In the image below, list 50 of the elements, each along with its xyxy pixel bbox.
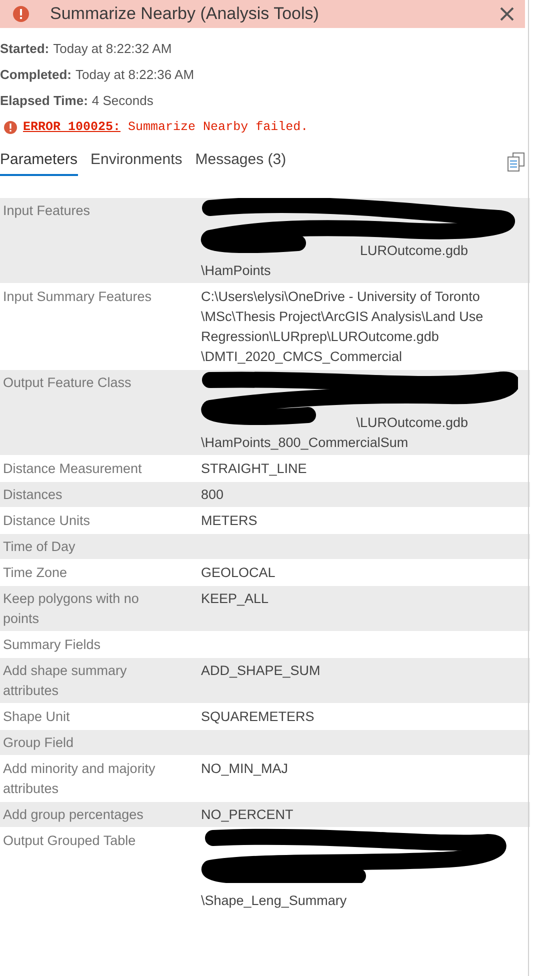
info-label: Elapsed Time: bbox=[0, 92, 88, 110]
info-value: Today at 8:22:36 AM bbox=[76, 66, 194, 84]
error-icon bbox=[4, 120, 17, 134]
parameter-value: ADD_SHAPE_SUM bbox=[201, 662, 320, 680]
parameter-name: Keep polygons with no points bbox=[3, 591, 139, 626]
parameter-name: Shape Unit bbox=[3, 709, 70, 724]
parameter-value: KEEP_ALL bbox=[201, 590, 269, 608]
parameter-value: STRAIGHT_LINE bbox=[201, 460, 307, 478]
error-message: Summarize Nearby failed. bbox=[128, 120, 308, 134]
parameter-name: Summary Fields bbox=[3, 637, 101, 652]
tab[interactable]: Messages (3) bbox=[195, 148, 286, 176]
parameter-name: Input Summary Features bbox=[3, 289, 152, 304]
parameter-value: C:\Users\elysi\OneDrive - University of Toronto bbox=[201, 288, 480, 306]
parameter-name: Output Feature Class bbox=[3, 375, 132, 390]
parameter-value: \DMTI_2020_CMCS_Commercial bbox=[201, 348, 402, 366]
window-title: Summarize Nearby (Analysis Tools) bbox=[50, 3, 319, 26]
parameter-value: \MSc\Thesis Project\ArcGIS Analysis\Land Use bbox=[201, 308, 484, 326]
error-icon bbox=[13, 6, 29, 22]
parameter-value: Regression\LURprep\LUROutcome.gdb bbox=[201, 328, 439, 346]
parameter-name: Input Features bbox=[3, 203, 90, 218]
parameter-name: Add shape summary attributes bbox=[3, 663, 127, 698]
parameter-value: 800 bbox=[201, 486, 224, 504]
parameter-name: Time of Day bbox=[3, 539, 76, 554]
parameter-value: \LUROutcome.gdb bbox=[356, 414, 468, 432]
parameter-value: NO_PERCENT bbox=[201, 806, 294, 824]
copy-icon[interactable] bbox=[507, 152, 525, 172]
parameter-value: METERS bbox=[201, 512, 258, 530]
parameter-name: Output Grouped Table bbox=[3, 833, 136, 848]
parameter-name: Add minority and majority attributes bbox=[3, 761, 156, 796]
info-label: Started: bbox=[0, 40, 50, 58]
parameter-value: LUROutcome.gdb bbox=[360, 242, 468, 260]
parameter-name: Distance Units bbox=[3, 513, 90, 528]
tab[interactable]: Environments bbox=[90, 148, 182, 176]
parameter-value: SQUAREMETERS bbox=[201, 708, 314, 726]
parameter-name: Add group percentages bbox=[3, 807, 144, 822]
close-icon bbox=[500, 7, 514, 21]
parameter-name: Distance Measurement bbox=[3, 461, 142, 476]
info-label: Completed: bbox=[0, 66, 72, 84]
tab[interactable]: Parameters bbox=[0, 148, 78, 176]
parameter-name: Group Field bbox=[3, 735, 74, 750]
parameter-value: \HamPoints bbox=[201, 262, 271, 280]
parameter-value: GEOLOCAL bbox=[201, 564, 276, 582]
error-code-link[interactable]: ERROR 100025: bbox=[23, 120, 121, 134]
parameter-name: Distances bbox=[3, 487, 62, 502]
info-value: Today at 8:22:32 AM bbox=[53, 40, 172, 58]
parameter-value: NO_MIN_MAJ bbox=[201, 760, 288, 778]
parameter-value: \Shape_Leng_Summary bbox=[201, 892, 347, 910]
parameter-value: \HamPoints_800_CommercialSum bbox=[201, 434, 408, 452]
parameter-name: Time Zone bbox=[3, 565, 68, 580]
info-value: 4 Seconds bbox=[92, 92, 154, 110]
